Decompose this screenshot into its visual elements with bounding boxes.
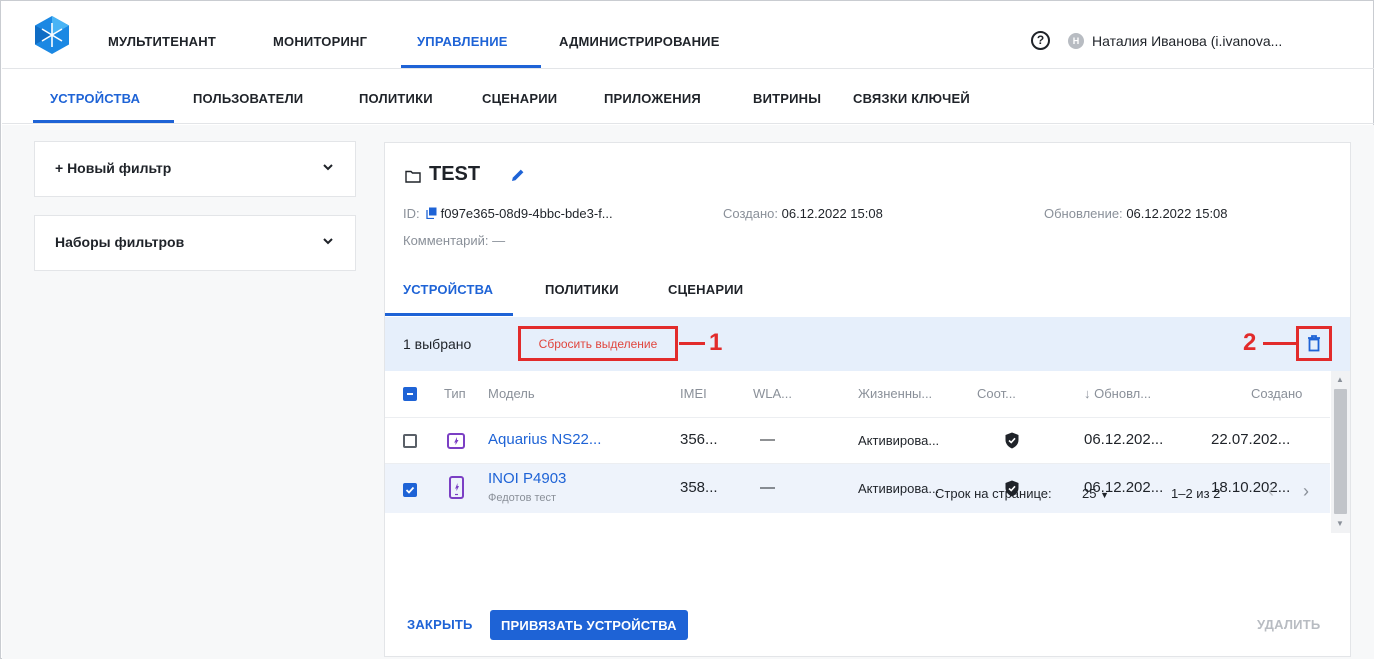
- group-created: Создано: 06.12.2022 15:08: [723, 206, 883, 221]
- selection-toolbar: 1 выбрано Сбросить выделение 1 2: [385, 317, 1350, 371]
- sub-navbar: УСТРОЙСТВА ПОЛЬЗОВАТЕЛИ ПОЛИТИКИ СЦЕНАРИ…: [2, 69, 1374, 124]
- prev-page-icon[interactable]: ‹: [1268, 481, 1274, 502]
- app-window: МУЛЬТИТЕНАНТ МОНИТОРИНГ УПРАВЛЕНИЕ АДМИН…: [0, 0, 1374, 659]
- device-created: 22.07.202...: [1211, 431, 1291, 448]
- next-page-icon[interactable]: ›: [1303, 481, 1309, 502]
- subnav-scenarios[interactable]: СЦЕНАРИИ: [482, 91, 557, 106]
- chevron-down-icon: [323, 238, 333, 245]
- subnav-policies[interactable]: ПОЛИТИКИ: [359, 91, 433, 106]
- tab-devices[interactable]: УСТРОЙСТВА: [403, 282, 493, 297]
- check-icon: [405, 486, 415, 494]
- group-updated: Обновление: 06.12.2022 15:08: [1044, 206, 1228, 221]
- device-wlan: —: [760, 431, 775, 448]
- subnav-users[interactable]: ПОЛЬЗОВАТЕЛИ: [193, 91, 303, 106]
- callout-number-2: 2: [1243, 329, 1257, 356]
- rows-per-page-value: 25: [1082, 486, 1097, 501]
- scroll-up-icon[interactable]: ▲: [1336, 375, 1344, 384]
- callout-line-2: [1263, 342, 1296, 345]
- group-id: ID: f097e365-08d9-4bbc-bde3-f...: [403, 206, 613, 221]
- tablet-icon: [447, 433, 465, 449]
- caret-down-icon: ▼: [1100, 490, 1110, 500]
- topnav-multitenant[interactable]: МУЛЬТИТЕНАНТ: [108, 34, 216, 49]
- reset-selection-button[interactable]: Сбросить выделение: [518, 326, 678, 361]
- column-wlan[interactable]: WLA...: [753, 386, 792, 401]
- filter-sets-dropdown[interactable]: Наборы фильтров: [34, 215, 356, 271]
- id-label: ID:: [403, 206, 420, 221]
- topnav-active-indicator: [401, 65, 541, 68]
- table-scrollbar[interactable]: ▲ ▼: [1331, 371, 1350, 533]
- table-row[interactable]: Aquarius NS22... 356... — Активирова... …: [385, 417, 1330, 463]
- rows-per-page-select[interactable]: 25 ▼: [1082, 486, 1109, 501]
- topnav-management[interactable]: УПРАВЛЕНИЕ: [417, 34, 508, 49]
- table-header: Тип Модель IMEI WLA... Жизненны... Соот.…: [385, 371, 1330, 417]
- delete-button[interactable]: УДАЛИТЬ: [1257, 617, 1320, 632]
- new-filter-label: + Новый фильтр: [55, 160, 172, 176]
- avatar[interactable]: Н: [1068, 33, 1084, 49]
- select-all-checkbox[interactable]: [403, 387, 417, 401]
- rows-per-page-label: Строк на странице:: [935, 486, 1052, 501]
- device-wlan: —: [760, 479, 775, 496]
- scroll-down-icon[interactable]: ▼: [1336, 519, 1344, 528]
- group-comment: Комментарий: —: [403, 233, 506, 248]
- column-updated[interactable]: ↓ Обновл...: [1084, 386, 1151, 401]
- column-created[interactable]: Создано: [1251, 386, 1302, 401]
- device-imei: 356...: [680, 431, 718, 448]
- callout-line-1: [679, 342, 705, 345]
- column-compliance[interactable]: Соот...: [977, 386, 1016, 401]
- close-button[interactable]: ЗАКРЫТЬ: [407, 617, 473, 632]
- column-model[interactable]: Модель: [488, 386, 535, 401]
- minus-icon: [407, 393, 413, 395]
- subnav-storefronts[interactable]: ВИТРИНЫ: [753, 91, 821, 106]
- device-updated: 06.12.202...: [1084, 431, 1164, 448]
- created-value: 06.12.2022 15:08: [781, 206, 883, 221]
- tab-active-indicator: [385, 313, 513, 316]
- bind-devices-button[interactable]: ПРИВЯЗАТЬ УСТРОЙСТВА: [490, 610, 688, 640]
- filter-sets-label: Наборы фильтров: [55, 234, 185, 250]
- tab-policies[interactable]: ПОЛИТИКИ: [545, 282, 619, 297]
- user-name[interactable]: Наталия Иванова (i.ivanova...: [1092, 33, 1282, 49]
- group-title: TEST: [429, 163, 481, 185]
- device-imei: 358...: [680, 479, 718, 496]
- topnav-monitoring[interactable]: МОНИТОРИНГ: [273, 34, 367, 49]
- phone-icon: [449, 476, 464, 499]
- subnav-devices[interactable]: УСТРОЙСТВА: [50, 91, 140, 106]
- subnav-active-indicator: [33, 120, 174, 123]
- device-lifecycle: Активирова...: [858, 433, 940, 448]
- top-navbar: МУЛЬТИТЕНАНТ МОНИТОРИНГ УПРАВЛЕНИЕ АДМИН…: [2, 2, 1374, 69]
- folder-icon: [405, 170, 421, 183]
- copy-icon[interactable]: [425, 207, 437, 219]
- callout-number-1: 1: [709, 329, 723, 356]
- new-filter-dropdown[interactable]: + Новый фильтр: [34, 141, 356, 197]
- page-range: 1–2 из 2: [1171, 486, 1221, 501]
- id-value: f097e365-08d9-4bbc-bde3-f...: [440, 206, 613, 221]
- delete-selected-button[interactable]: [1296, 326, 1332, 361]
- column-imei[interactable]: IMEI: [680, 386, 707, 401]
- device-created: 18.10.202...: [1211, 479, 1291, 496]
- edit-icon[interactable]: [510, 167, 526, 183]
- column-type[interactable]: Тип: [444, 386, 466, 401]
- updated-label: Обновление:: [1044, 206, 1123, 221]
- updated-value: 06.12.2022 15:08: [1126, 206, 1228, 221]
- topnav-administration[interactable]: АДМИНИСТРИРОВАНИЕ: [559, 34, 720, 49]
- shield-check-icon: [1005, 432, 1019, 449]
- device-model-link[interactable]: INOI P4903: [488, 470, 566, 487]
- trash-icon: [1308, 335, 1320, 352]
- column-lifecycle[interactable]: Жизненны...: [858, 386, 932, 401]
- device-owner-note: Федотов тест: [488, 492, 557, 504]
- subnav-keychains[interactable]: СВЯЗКИ КЛЮЧЕЙ: [853, 91, 970, 106]
- selected-count: 1 выбрано: [403, 336, 472, 352]
- row-checkbox[interactable]: [403, 434, 417, 448]
- scroll-thumb[interactable]: [1334, 389, 1347, 514]
- row-checkbox-checked[interactable]: [403, 483, 417, 497]
- device-model-link[interactable]: Aquarius NS22...: [488, 431, 601, 448]
- app-logo-icon[interactable]: [35, 16, 69, 54]
- created-label: Создано:: [723, 206, 778, 221]
- help-icon[interactable]: ?: [1031, 31, 1050, 50]
- chevron-down-icon: [323, 164, 333, 171]
- subnav-applications[interactable]: ПРИЛОЖЕНИЯ: [604, 91, 701, 106]
- device-group-panel: TEST ID: f097e365-08d9-4bbc-bde3-f... Соз…: [384, 142, 1351, 657]
- device-lifecycle: Активирова...: [858, 481, 940, 496]
- tab-scenarios[interactable]: СЦЕНАРИИ: [668, 282, 743, 297]
